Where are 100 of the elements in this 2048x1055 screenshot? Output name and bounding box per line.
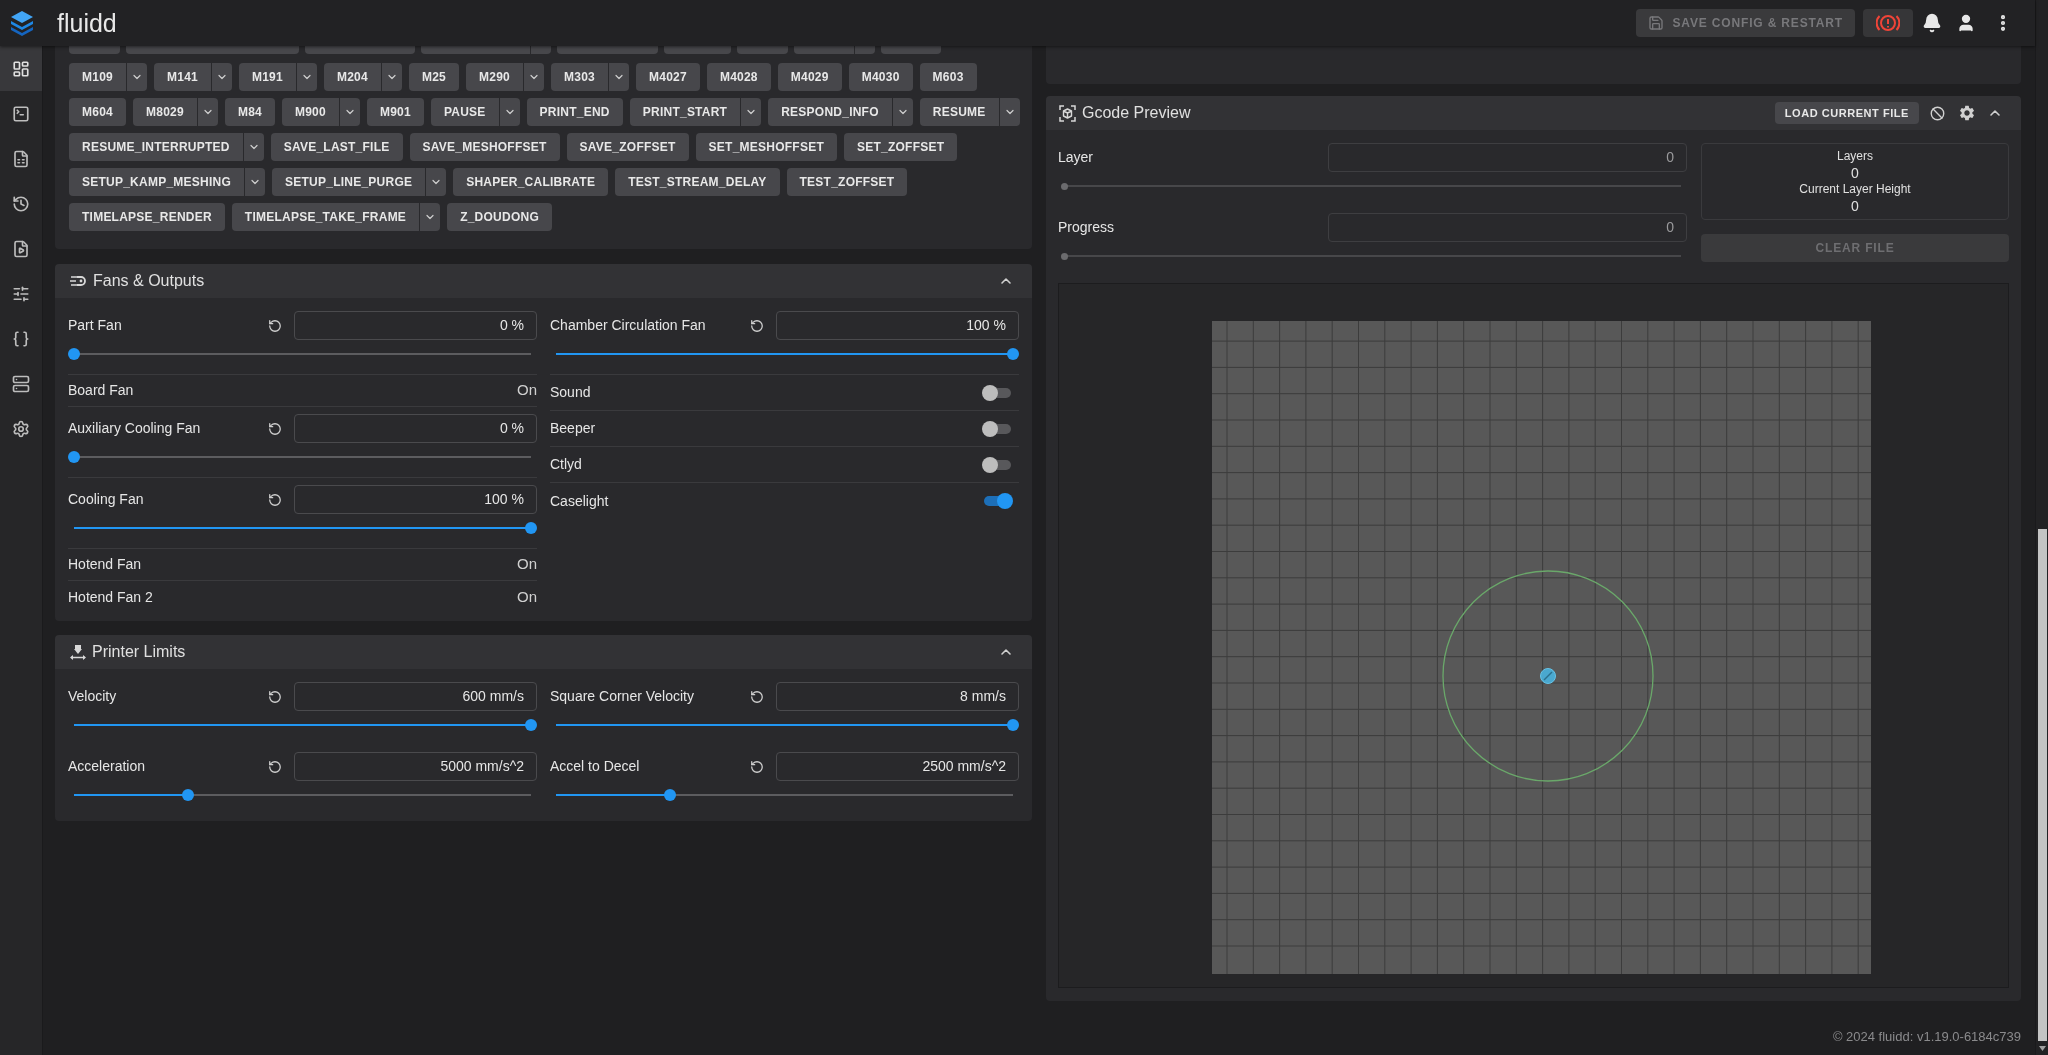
reset-icon[interactable]	[268, 421, 282, 436]
toggle-switch[interactable]	[982, 420, 1013, 437]
reset-icon[interactable]	[268, 318, 282, 333]
slider-thumb[interactable]	[68, 348, 80, 360]
dropdown-button[interactable]	[892, 98, 913, 126]
bell-icon[interactable]	[1922, 13, 1942, 33]
macro-button[interactable]: M603	[919, 63, 977, 91]
settings-icon[interactable]	[12, 419, 30, 438]
dropdown-button[interactable]	[339, 98, 360, 126]
value-input[interactable]: 100 %	[776, 311, 1019, 340]
macro-button[interactable]: M900	[281, 98, 339, 126]
slider-thumb[interactable]	[68, 451, 80, 463]
macro-button[interactable]: M4028	[706, 63, 771, 91]
reset-icon[interactable]	[750, 759, 764, 774]
dropdown-button[interactable]	[211, 63, 232, 91]
settings-icon[interactable]	[1958, 104, 1976, 122]
cancel-icon[interactable]	[1929, 105, 1945, 121]
value-input[interactable]: 8 mm/s	[776, 682, 1019, 711]
value-input[interactable]: 0 %	[294, 311, 537, 340]
dropdown-button[interactable]	[245, 168, 265, 196]
toggle-switch[interactable]	[982, 456, 1013, 473]
macro-button[interactable]: RESPOND_INFO	[768, 98, 892, 126]
value-input[interactable]: 2500 mm/s^2	[776, 752, 1019, 781]
slider-thumb[interactable]	[1007, 348, 1019, 360]
toggle-switch[interactable]	[982, 384, 1013, 401]
macro-button[interactable]: Z_DOUDONG	[447, 203, 552, 231]
macro-button[interactable]: TEST_ZOFFSET	[786, 168, 908, 196]
server-icon[interactable]	[12, 374, 30, 393]
macro-button[interactable]: SET_MESHOFFSET	[695, 133, 837, 161]
macro-button[interactable]: TEST_STREAM_DELAY	[615, 168, 780, 196]
macro-button[interactable]: SET_ZOFFSET	[843, 133, 958, 161]
macro-button[interactable]: PRINT_START	[629, 98, 741, 126]
macro-button[interactable]: M25	[408, 63, 459, 91]
dropdown-button[interactable]	[296, 63, 317, 91]
alert-icon[interactable]	[1876, 13, 1900, 33]
macro-button[interactable]: M141	[154, 63, 211, 91]
dropdown-button[interactable]	[741, 98, 762, 126]
dropdown-button[interactable]	[609, 63, 629, 91]
nav-button[interactable]	[0, 46, 42, 91]
reset-icon[interactable]	[268, 689, 282, 704]
macro-button[interactable]: RESUME	[919, 98, 999, 126]
macro-button[interactable]: M303	[551, 63, 608, 91]
macro-button[interactable]: M84	[224, 98, 275, 126]
macro-button[interactable]: SAVE_MESHOFFSET	[409, 133, 560, 161]
macro-button[interactable]: M191	[238, 63, 296, 91]
slider-thumb[interactable]	[525, 719, 537, 731]
macro-button[interactable]: M8029	[133, 98, 197, 126]
macro-button[interactable]: SAVE_LAST_FILE	[270, 133, 403, 161]
macro-button[interactable]: SHAPER_CALIBRATE	[453, 168, 609, 196]
macro-button[interactable]: M4029	[777, 63, 842, 91]
dropdown-button[interactable]	[524, 63, 544, 91]
layers-logo-icon[interactable]	[9, 10, 34, 36]
spreadsheet-file-icon[interactable]	[12, 149, 30, 168]
scrollbar-thumb[interactable]	[2038, 529, 2047, 1041]
sliders-icon[interactable]	[12, 284, 30, 303]
scrollbar[interactable]	[2035, 0, 2048, 1055]
macro-button[interactable]: TIMELAPSE_RENDER	[69, 203, 225, 231]
macro-button[interactable]: M4027	[636, 63, 700, 91]
value-input[interactable]: 5000 mm/s^2	[294, 752, 537, 781]
macro-button[interactable]: PRINT_END	[526, 98, 623, 126]
dropdown-button[interactable]	[426, 168, 447, 196]
macro-button[interactable]: SAVE_ZOFFSET	[566, 133, 689, 161]
macro-button[interactable]: RESUME_INTERRUPTED	[69, 133, 243, 161]
video-file-icon[interactable]	[12, 239, 30, 258]
macro-button[interactable]: PAUSE	[430, 98, 499, 126]
slider-thumb[interactable]	[664, 789, 677, 801]
dropdown-button[interactable]	[999, 98, 1020, 126]
user-icon[interactable]	[1956, 13, 1976, 33]
macro-button[interactable]: M109	[69, 63, 126, 91]
dropdown-button[interactable]	[127, 63, 147, 91]
macro-button[interactable]: M901	[366, 98, 424, 126]
reset-icon[interactable]	[268, 492, 282, 507]
macro-button[interactable]: TIMELAPSE_TAKE_FRAME	[231, 203, 420, 231]
toggle-switch[interactable]	[982, 493, 1013, 509]
macro-button[interactable]: SETUP_LINE_PURGE	[272, 168, 426, 196]
dropdown-button[interactable]	[420, 203, 441, 231]
history-icon[interactable]	[12, 194, 30, 213]
value-input[interactable]: 100 %	[294, 485, 537, 514]
macro-button[interactable]: M204	[323, 63, 381, 91]
value-input[interactable]: 0 %	[294, 414, 537, 443]
load-file-button[interactable]: LOAD CURRENT FILE	[1774, 102, 1919, 124]
dropdown-button[interactable]	[381, 63, 402, 91]
value-input[interactable]: 600 mm/s	[294, 682, 537, 711]
slider-thumb[interactable]	[525, 522, 537, 534]
slider-thumb[interactable]	[1007, 719, 1019, 731]
macro-button[interactable]: SETUP_KAMP_MESHING	[69, 168, 244, 196]
dropdown-button[interactable]	[499, 98, 520, 126]
macro-button[interactable]: M290	[466, 63, 523, 91]
braces-icon[interactable]	[12, 329, 30, 348]
terminal-icon[interactable]	[12, 104, 30, 123]
slider-thumb[interactable]	[182, 789, 195, 801]
dropdown-button[interactable]	[197, 98, 218, 126]
macro-button[interactable]: M4030	[848, 63, 913, 91]
reset-icon[interactable]	[268, 759, 282, 774]
dropdown-button[interactable]	[243, 133, 264, 161]
scroll-arrow-icon[interactable]	[2039, 1046, 2046, 1051]
reset-icon[interactable]	[750, 318, 764, 333]
reset-icon[interactable]	[750, 689, 764, 704]
dashboard-icon[interactable]	[12, 59, 30, 78]
macro-button[interactable]: M604	[69, 98, 126, 126]
